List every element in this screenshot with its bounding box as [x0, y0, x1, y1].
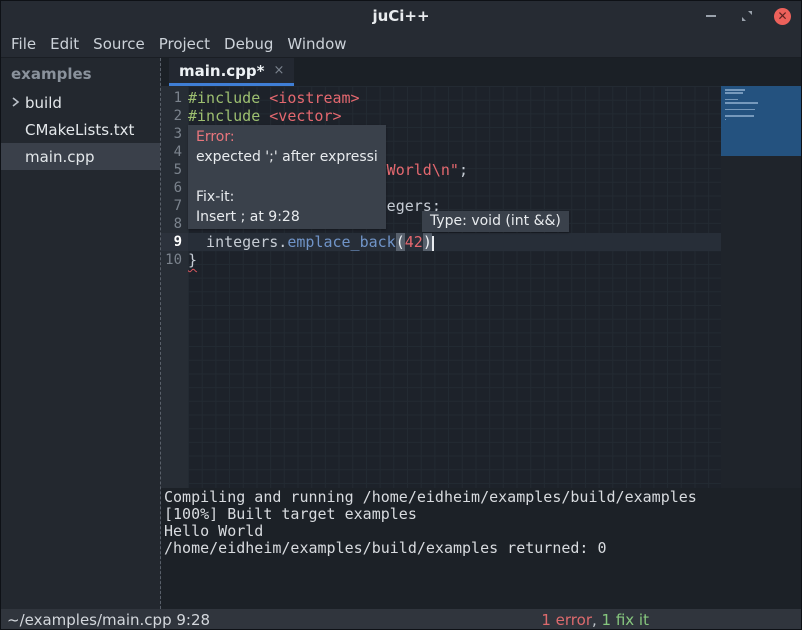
line-number-gutter: 12345678910: [161, 86, 188, 488]
code-token: integers.: [188, 233, 287, 251]
minimap-line: [725, 99, 738, 101]
line-number: 3: [161, 125, 188, 143]
line-number: 7: [161, 197, 188, 215]
error-tooltip: Error: expected ';' after expression: Fi…: [188, 125, 386, 229]
restore-button[interactable]: [738, 7, 756, 25]
diagnostics-summary: 1 error, 1 fix it: [541, 611, 649, 629]
menu-debug[interactable]: Debug: [217, 33, 280, 55]
code-token: emplace_back: [287, 233, 395, 251]
sidebar-item-cmakelists-txt[interactable]: CMakeLists.txt: [1, 116, 160, 143]
type-tooltip: Type: void (int &&): [422, 211, 569, 232]
code-line[interactable]: integers.emplace_back(42): [188, 233, 721, 251]
code-token: <vector>: [269, 107, 341, 125]
error-tooltip-title: Error:: [196, 127, 378, 147]
minimap-line: [725, 119, 726, 121]
fixit-text: Insert ; at 9:28: [196, 207, 378, 227]
text-cursor: [432, 236, 434, 251]
fixit-count: 1 fix it: [602, 611, 649, 629]
terminal-line: Hello World: [164, 523, 802, 540]
terminal-line: [100%] Built target examples: [164, 506, 802, 523]
code-token: #include: [188, 89, 269, 107]
code-line[interactable]: }: [188, 251, 721, 269]
title-bar[interactable]: juCi++ ✕: [1, 1, 801, 31]
line-number: 1: [161, 89, 188, 107]
code-token: <iostream>: [269, 89, 359, 107]
line-number: 6: [161, 179, 188, 197]
minimap-line: [725, 115, 754, 117]
sidebar-item-label: CMakeLists.txt: [25, 121, 134, 139]
code-token: 42: [405, 233, 423, 251]
diagnostics-separator: ,: [592, 611, 602, 629]
sidebar-item-label: build: [25, 94, 62, 112]
menu-edit[interactable]: Edit: [43, 33, 86, 55]
minimap-line: [725, 92, 743, 94]
terminal-line: Compiling and running /home/eidheim/exam…: [164, 489, 802, 506]
terminal-output[interactable]: Compiling and running /home/eidheim/exam…: [161, 488, 802, 609]
minimap-line: [725, 89, 745, 91]
menubar: FileEditSourceProjectDebugWindow: [1, 31, 801, 58]
line-number: 2: [161, 107, 188, 125]
minimize-icon: [706, 15, 716, 17]
tab-label: main.cpp*: [179, 62, 264, 80]
restore-icon: [741, 10, 753, 22]
project-name: examples: [1, 58, 160, 89]
chevron-right-icon[interactable]: [9, 96, 21, 108]
terminal-line: /home/eidheim/examples/build/examples re…: [164, 540, 802, 557]
line-number: 9: [161, 233, 188, 251]
menu-project[interactable]: Project: [152, 33, 217, 55]
code-line[interactable]: #include <iostream>: [188, 89, 721, 107]
window-title: juCi++: [1, 7, 801, 25]
tab-main-cpp[interactable]: main.cpp* ×: [169, 58, 294, 86]
code-token: }: [188, 251, 197, 269]
line-number: 10: [161, 251, 188, 269]
sidebar-item-main-cpp[interactable]: main.cpp: [1, 143, 160, 170]
minimap-viewport[interactable]: [721, 86, 802, 156]
code-token: #include: [188, 107, 269, 125]
tab-bar: main.cpp* ×: [161, 58, 802, 86]
error-tooltip-spacer: [196, 167, 378, 187]
minimize-button[interactable]: [702, 7, 720, 25]
minimap[interactable]: [721, 86, 802, 488]
menu-window[interactable]: Window: [280, 33, 353, 55]
code-line[interactable]: #include <vector>: [188, 107, 721, 125]
sidebar-item-build[interactable]: build: [1, 89, 160, 116]
minimap-line: [725, 109, 755, 111]
menu-source[interactable]: Source: [86, 33, 152, 55]
minimap-line: [725, 102, 758, 104]
fixit-label: Fix-it:: [196, 187, 378, 207]
close-button[interactable]: ✕: [774, 8, 791, 25]
sidebar-item-label: main.cpp: [25, 148, 95, 166]
file-tree: build CMakeLists.txt main.cpp: [1, 89, 160, 170]
window-controls: ✕: [702, 1, 791, 31]
pane-separator[interactable]: [160, 58, 161, 609]
menu-file[interactable]: File: [4, 33, 43, 55]
app-window: juCi++ ✕ FileEditSourceProjectDebugWindo…: [0, 0, 802, 630]
code-token: (: [396, 233, 405, 251]
line-number: 4: [161, 143, 188, 161]
status-bar: ~/examples/main.cpp 9:28 1 error, 1 fix …: [1, 609, 801, 630]
code-token: ): [423, 233, 432, 251]
error-tooltip-message: expected ';' after expression:: [196, 147, 378, 167]
error-count: 1 error: [541, 611, 592, 629]
file-tree-sidebar: examples build CMakeLists.txt main.cpp: [1, 58, 160, 609]
tab-close-icon[interactable]: ×: [273, 63, 284, 78]
status-file-position: ~/examples/main.cpp 9:28: [7, 611, 210, 629]
line-number: 8: [161, 215, 188, 233]
close-icon: ✕: [777, 10, 787, 22]
code-token: ;: [459, 161, 468, 179]
line-number: 5: [161, 161, 188, 179]
